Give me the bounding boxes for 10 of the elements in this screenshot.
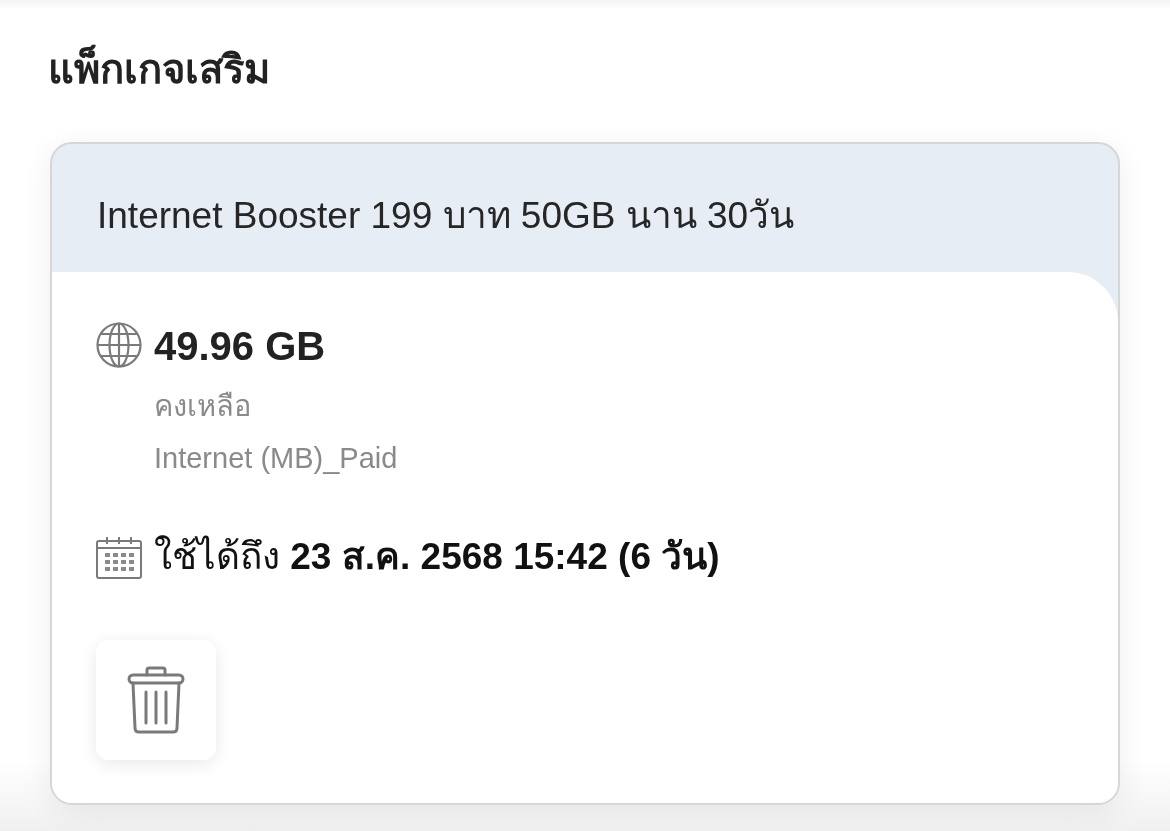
- delete-button[interactable]: [96, 640, 216, 760]
- section-title: แพ็กเกจเสริม: [48, 44, 270, 94]
- quota-type: Internet (MB)_Paid: [154, 441, 398, 476]
- validity-text: ใช้ได้ถึง 23 ส.ค. 2568 15:42 (6 วัน): [154, 534, 720, 579]
- remaining-label: คงเหลือ: [154, 389, 251, 424]
- globe-icon: [96, 322, 142, 368]
- trash-icon: [127, 666, 185, 734]
- package-name: Internet Booster 199 บาท 50GB นาน 30วัน: [97, 194, 795, 238]
- remaining-amount: 49.96 GB: [154, 323, 326, 370]
- calendar-icon: [96, 536, 142, 579]
